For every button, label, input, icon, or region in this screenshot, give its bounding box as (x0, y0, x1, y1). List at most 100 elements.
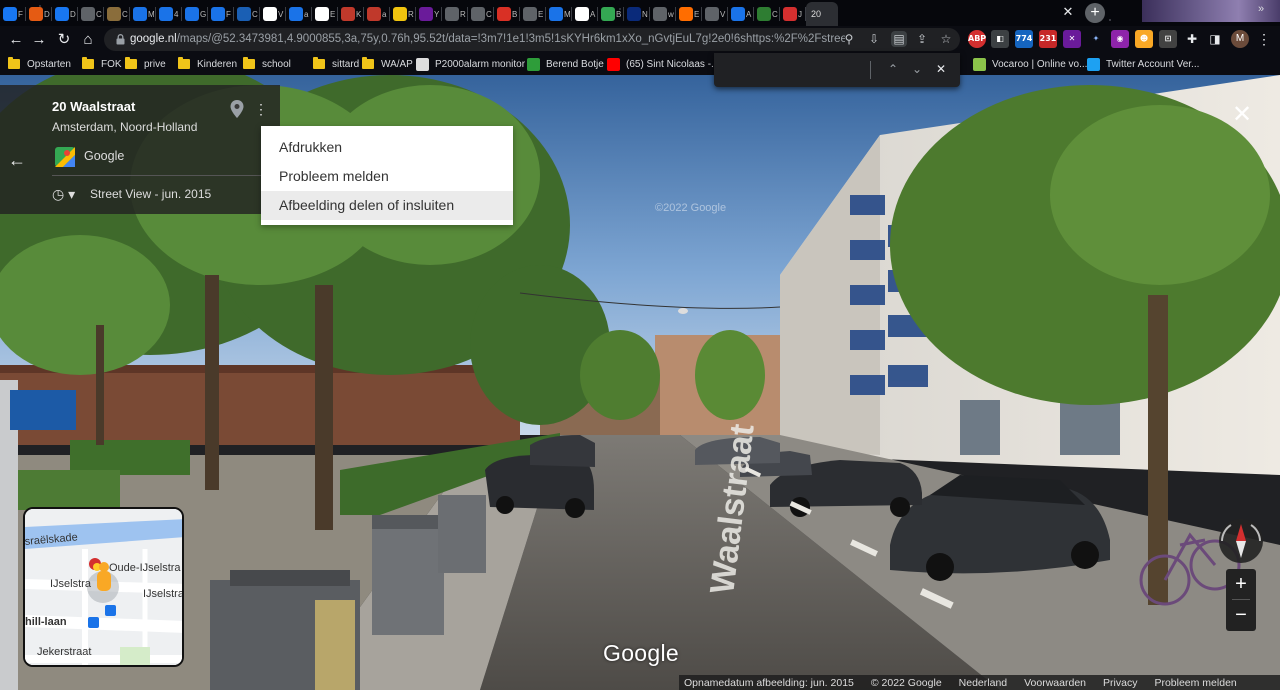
browser-menu-icon[interactable]: ⋮ (1257, 30, 1271, 48)
browser-tab[interactable]: J (780, 2, 806, 26)
browser-tab[interactable]: E (312, 2, 338, 26)
minimap[interactable]: sraëlskade Oude-IJselstra IJselstra IJse… (23, 507, 184, 667)
page-icon (107, 7, 121, 21)
browser-tab[interactable]: F (0, 2, 26, 26)
find-previous-icon[interactable]: ⌃ (884, 60, 902, 78)
browser-tab[interactable]: R (390, 2, 416, 26)
bookmark-folder[interactable]: school (243, 56, 291, 72)
tab-title: D (70, 9, 76, 19)
extension-icon[interactable]: ◉ (1111, 30, 1129, 48)
browser-tab[interactable]: A (572, 2, 598, 26)
find-next-icon[interactable]: ⌄ (908, 60, 926, 78)
forward-button[interactable]: → (29, 30, 49, 50)
address-bar[interactable]: google.nl/maps/@52.3473981,4.9000855,3a,… (104, 28, 960, 51)
menu-item-share-embed[interactable]: Afbeelding delen of insluiten (261, 191, 513, 220)
browser-tab[interactable]: E (520, 2, 546, 26)
browser-tab[interactable]: D (26, 2, 52, 26)
profile-avatar[interactable]: M (1231, 30, 1249, 48)
close-icon[interactable]: ✕ (1228, 101, 1256, 129)
bookmarks-overflow-icon[interactable]: » (1258, 3, 1264, 15)
bookmark-folder[interactable]: FOK (82, 56, 122, 72)
report-problem-link[interactable]: Probleem melden (1154, 677, 1236, 689)
browser-tab[interactable]: E (676, 2, 702, 26)
bookmark-folder[interactable]: sittard (313, 56, 359, 72)
browser-tab[interactable]: M (130, 2, 156, 26)
back-arrow-icon[interactable]: ← (6, 149, 28, 171)
find-divider (870, 61, 871, 79)
street-view-viewer[interactable]: ©2022 Google Waalstraat ← 20 Waalstraat … (0, 75, 1280, 690)
bookmark-folder[interactable]: WA/AP (362, 56, 413, 72)
browser-tab[interactable]: V (702, 2, 728, 26)
extensions-puzzle-icon[interactable]: ✚ (1183, 30, 1201, 48)
install-icon[interactable]: ⇩ (866, 31, 882, 47)
browser-tab[interactable]: A (728, 2, 754, 26)
browser-tab[interactable]: C (754, 2, 780, 26)
more-options-icon[interactable]: ⋮ (254, 99, 268, 119)
terms-link[interactable]: Voorwaarden (1024, 677, 1086, 689)
browser-tab[interactable]: G (182, 2, 208, 26)
browser-tab[interactable]: C (468, 2, 494, 26)
region-link[interactable]: Nederland (959, 677, 1007, 689)
bookmark-link[interactable]: Berend Botje (527, 56, 604, 72)
browser-tab[interactable]: K (338, 2, 364, 26)
compass-icon[interactable] (1218, 518, 1264, 564)
home-button[interactable]: ⌂ (78, 30, 98, 50)
extension-icon[interactable]: ◧ (991, 30, 1009, 48)
bookmark-folder[interactable]: Opstarten (8, 56, 71, 72)
browser-tab[interactable]: M (546, 2, 572, 26)
privacy-link[interactable]: Privacy (1103, 677, 1137, 689)
browser-tab[interactable]: C (234, 2, 260, 26)
bookmark-link[interactable]: Twitter Account Ver... (1087, 56, 1199, 72)
extension-231-icon[interactable]: 231 (1039, 30, 1057, 48)
browser-tab[interactable]: F (208, 2, 234, 26)
browser-tab[interactable]: 4 (156, 2, 182, 26)
extension-icon[interactable]: ✦ (1087, 30, 1105, 48)
reader-mode-icon[interactable]: ▤ (891, 31, 907, 47)
side-panel-icon[interactable]: ◨ (1206, 30, 1224, 48)
browser-tab[interactable]: D (52, 2, 78, 26)
browser-tab[interactable]: a (286, 2, 312, 26)
extension-icon[interactable]: ☻ (1135, 30, 1153, 48)
map-pin-icon[interactable] (229, 99, 245, 119)
extension-icon[interactable]: ⊡ (1159, 30, 1177, 48)
zoom-in-button[interactable]: + (1226, 569, 1256, 599)
back-button[interactable]: ← (6, 30, 26, 50)
url-text[interactable]: google.nl/maps/@52.3473981,4.9000855,3a,… (130, 33, 845, 45)
close-tab-icon[interactable]: ✕ (1060, 4, 1076, 20)
bookmark-link[interactable]: (65) Sint Nicolaas -... (607, 56, 719, 72)
browser-tab[interactable]: N (624, 2, 650, 26)
extension-774-icon[interactable]: 774 (1015, 30, 1033, 48)
history-clock-icon[interactable]: ◷ ▾ (52, 185, 80, 203)
location-icon[interactable]: ⚲ (841, 31, 857, 47)
menu-item-print[interactable]: Afdrukken (261, 133, 513, 162)
bookmark-folder[interactable]: Kinderen (178, 56, 237, 72)
folder-icon (178, 57, 190, 69)
bookmark-star-icon[interactable]: ☆ (938, 31, 954, 47)
reload-button[interactable]: ↻ (54, 30, 74, 50)
bookmark-link[interactable]: P2000alarm monitor (416, 56, 525, 72)
share-icon[interactable]: ⇪ (914, 31, 930, 47)
browser-tab[interactable]: Y (416, 2, 442, 26)
browser-tab[interactable]: R (442, 2, 468, 26)
bookmark-link[interactable]: Vocaroo | Online vo... (973, 56, 1087, 72)
bookmark-folder[interactable]: prive (125, 56, 166, 72)
active-browser-tab[interactable]: 20 (806, 2, 838, 26)
minimap-label: Jekerstraat (37, 646, 91, 658)
browser-tab[interactable]: w (650, 2, 676, 26)
new-tab-button[interactable]: + (1085, 3, 1105, 23)
browser-tab[interactable]: B (494, 2, 520, 26)
browser-tab[interactable]: a (364, 2, 390, 26)
street-view-date[interactable]: Street View - jun. 2015 (90, 187, 211, 201)
browser-tab[interactable]: C (104, 2, 130, 26)
extension-icon[interactable]: ✕ (1063, 30, 1081, 48)
tab-strip: F D D C C M 4 G F C Va E Ka R Y R C B E M A B Nw E V A C J 20 ✕ + (0, 0, 1280, 26)
menu-item-report-problem[interactable]: Probleem melden (261, 162, 513, 191)
tab-title: R (460, 9, 466, 19)
page-icon (445, 7, 459, 21)
browser-tab[interactable]: V (260, 2, 286, 26)
browser-tab[interactable]: C (78, 2, 104, 26)
adblock-extension-icon[interactable]: ABP (968, 30, 986, 48)
find-close-icon[interactable]: ✕ (932, 60, 950, 78)
browser-tab[interactable]: B (598, 2, 624, 26)
zoom-out-button[interactable]: − (1226, 600, 1256, 630)
